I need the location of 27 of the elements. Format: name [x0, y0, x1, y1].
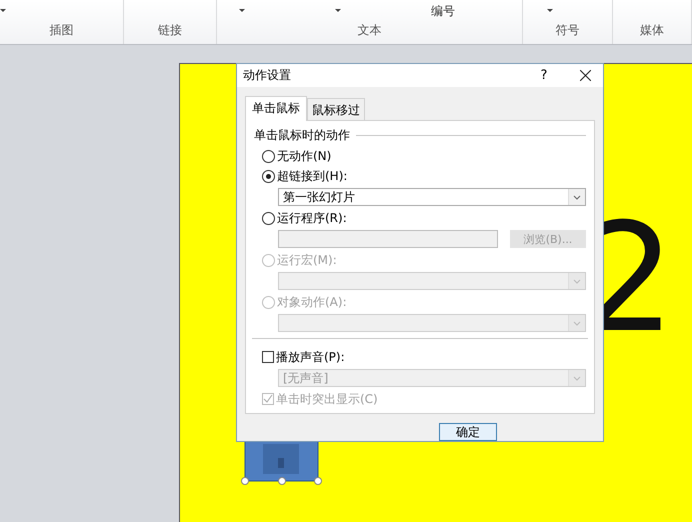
- dropdown-arrow-icon[interactable]: [335, 9, 341, 13]
- dialog-title: 动作设置: [243, 67, 292, 84]
- ribbon-group-label: 文本: [358, 22, 382, 39]
- caret-icon: [573, 320, 581, 326]
- radio-option[interactable]: 无动作(N): [262, 148, 586, 164]
- ribbon-group-label: 符号: [556, 22, 580, 39]
- check-icon: [263, 394, 273, 404]
- caret-icon: [573, 376, 581, 381]
- ribbon-group-label: 链接: [158, 22, 182, 39]
- radio-option[interactable]: 超链接到(H):: [262, 168, 586, 184]
- tab[interactable]: 单击鼠标: [245, 96, 307, 122]
- ribbon-group-label: 插图: [50, 22, 74, 39]
- checkbox-option[interactable]: 播放声音(P):: [262, 349, 586, 366]
- dropdown[interactable]: 第一张幻灯片: [278, 188, 586, 206]
- dropdown-arrow-icon[interactable]: [239, 9, 245, 13]
- dropdown-arrow-icon[interactable]: [547, 9, 553, 13]
- dropdown-arrow-icon[interactable]: [0, 9, 6, 13]
- tab[interactable]: 鼠标移过: [307, 98, 365, 122]
- numbering-label[interactable]: 编号: [431, 2, 455, 20]
- caret-icon: [573, 278, 581, 284]
- section-heading: 单击鼠标时的动作: [254, 127, 350, 144]
- radio-option[interactable]: 运行程序(R):: [262, 210, 586, 226]
- help-button[interactable]: ?: [529, 68, 559, 84]
- ribbon-group-label: 媒体: [640, 22, 664, 39]
- caret-icon: [573, 194, 581, 200]
- close-icon: [580, 70, 590, 82]
- ok-button[interactable]: 确定: [439, 423, 497, 441]
